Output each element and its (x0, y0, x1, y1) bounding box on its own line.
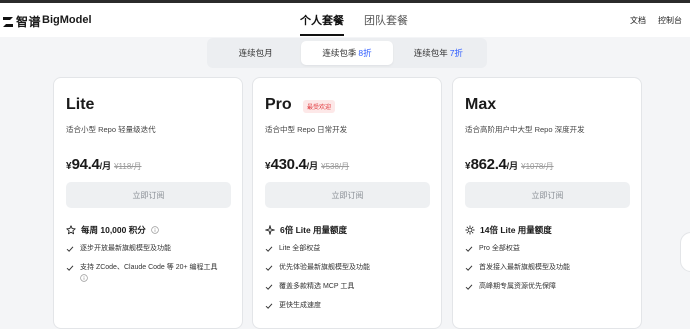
plan-quota: 每周 10,000 积分 (66, 224, 159, 236)
billing-quarterly-discount: 8折 (358, 48, 372, 58)
price-amount: 94.4 (71, 156, 100, 173)
plan-desc: 适合高阶用户中大型 Repo 深度开发 (465, 125, 585, 134)
tab-team[interactable]: 团队套餐 (364, 12, 408, 28)
plan-desc: 适合中型 Repo 日常开发 (265, 125, 348, 134)
quota-text: 每周 10,000 积分 (81, 225, 146, 235)
check-icon (265, 265, 273, 271)
plan-price: ¥ 862.4 /月 ¥1078/月 (465, 156, 554, 173)
plan-card-max: Max 适合高阶用户中大型 Repo 深度开发 ¥ 862.4 /月 ¥1078… (452, 77, 642, 329)
feature-item: 逐步开放最新旗舰模型及功能 (66, 244, 238, 254)
sun-icon (465, 225, 475, 235)
billing-monthly-label: 连续包月 (238, 48, 273, 58)
plan-quota: 6倍 Lite 用量额度 (265, 224, 347, 236)
info-icon[interactable] (150, 226, 159, 234)
sparkle-icon (265, 225, 275, 235)
plan-desc: 适合小型 Repo 轻量级迭代 (66, 125, 156, 134)
feature-item: Pro 全部权益 (465, 244, 637, 254)
billing-monthly[interactable]: 连续包月 (210, 41, 301, 65)
check-icon (265, 246, 273, 252)
check-icon (465, 246, 473, 252)
feature-item: 优先体验最新旗舰模型及功能 (265, 263, 437, 273)
billing-quarterly[interactable]: 连续包季 8折 (301, 41, 393, 65)
star-icon (66, 225, 76, 235)
plan-price: ¥ 430.4 /月 ¥538/月 (265, 156, 349, 173)
feature-item: 支持 ZCode、Claude Code 等 20+ 编程工具 (66, 263, 238, 286)
price-unit: /月 (306, 161, 319, 171)
plan-name: Max (465, 96, 497, 113)
plan-card-lite: Lite 适合小型 Repo 轻量级迭代 ¥ 94.4 /月 ¥118/月 立即… (53, 77, 243, 329)
billing-yearly-discount: 7折 (449, 48, 463, 58)
quota-text: 14倍 Lite 用量额度 (480, 225, 552, 235)
check-icon (265, 284, 273, 290)
price-original: ¥538/月 (321, 162, 350, 171)
tab-personal[interactable]: 个人套餐 (300, 12, 344, 36)
feature-item: 首发接入最新旗舰模型及功能 (465, 263, 637, 273)
check-icon (465, 284, 473, 290)
subscribe-button-pro[interactable]: 立即订阅 (265, 182, 430, 208)
feature-text: 首发接入最新旗舰模型及功能 (479, 264, 570, 271)
feature-text: 优先体验最新旗舰模型及功能 (279, 264, 370, 271)
logo[interactable]: 智谱 (2, 13, 41, 30)
feature-list: 逐步开放最新旗舰模型及功能 支持 ZCode、Claude Code 等 20+… (66, 244, 238, 295)
header-nav: 文档 控制台 (618, 15, 682, 26)
feature-item: Lite 全部权益 (265, 244, 437, 254)
feature-item: 更快生成速度 (265, 301, 437, 311)
billing-quarterly-label: 连续包季 (322, 48, 357, 58)
price-original: ¥1078/月 (521, 162, 554, 171)
info-icon[interactable] (80, 274, 88, 282)
nav-console-link[interactable]: 控制台 (658, 15, 682, 26)
feature-text: Lite 全部权益 (279, 245, 321, 252)
price-amount: 862.4 (470, 156, 507, 173)
feature-item: 高峰期专属资源优先保障 (465, 282, 637, 292)
billing-yearly[interactable]: 连续包年 7折 (393, 41, 484, 65)
logo-text: 智谱 (16, 15, 42, 29)
check-icon (66, 265, 74, 271)
price-original: ¥118/月 (114, 162, 142, 171)
nav-docs-link[interactable]: 文档 (630, 15, 646, 26)
price-unit: /月 (99, 161, 112, 171)
plan-name: Lite (66, 96, 95, 113)
floating-help-button[interactable] (680, 232, 690, 272)
subscribe-button-max[interactable]: 立即订阅 (465, 182, 630, 208)
feature-text: 逐步开放最新旗舰模型及功能 (80, 245, 171, 252)
feature-text: 支持 ZCode、Claude Code 等 20+ 编程工具 (80, 263, 218, 286)
check-icon (465, 265, 473, 271)
feature-text: Pro 全部权益 (479, 245, 520, 252)
check-icon (265, 303, 273, 309)
feature-list: Lite 全部权益 优先体验最新旗舰模型及功能 覆盖多款精选 MCP 工具 更快… (265, 244, 437, 320)
feature-text: 更快生成速度 (279, 302, 321, 309)
header: 智谱 BigModel 个人套餐 团队套餐 文档 控制台 (0, 3, 690, 37)
plan-tabs: 个人套餐 团队套餐 (300, 12, 428, 36)
feature-text-main: 支持 ZCode、Claude Code 等 20+ 编程工具 (80, 264, 218, 271)
feature-item: 覆盖多款精选 MCP 工具 (265, 282, 437, 292)
price-amount: 430.4 (270, 156, 307, 173)
billing-yearly-label: 连续包年 (413, 48, 448, 58)
subscribe-button-lite[interactable]: 立即订阅 (66, 182, 231, 208)
plan-price: ¥ 94.4 /月 ¥118/月 (66, 156, 142, 173)
feature-text: 高峰期专属资源优先保障 (479, 283, 556, 290)
price-unit: /月 (506, 161, 519, 171)
feature-list: Pro 全部权益 首发接入最新旗舰模型及功能 高峰期专属资源优先保障 (465, 244, 637, 301)
plan-quota: 14倍 Lite 用量额度 (465, 224, 552, 236)
logo-z-icon (3, 16, 13, 27)
popular-badge: 最受欢迎 (303, 100, 336, 113)
quota-text: 6倍 Lite 用量额度 (280, 225, 348, 235)
plan-name: Pro (265, 96, 292, 113)
check-icon (66, 246, 74, 252)
brand-name[interactable]: BigModel (42, 14, 92, 26)
plan-card-pro: Pro 最受欢迎 适合中型 Repo 日常开发 ¥ 430.4 /月 ¥538/… (252, 77, 442, 329)
feature-text: 覆盖多款精选 MCP 工具 (279, 283, 355, 290)
billing-cycle-toggle: 连续包月 连续包季 8折 连续包年 7折 (207, 38, 487, 68)
